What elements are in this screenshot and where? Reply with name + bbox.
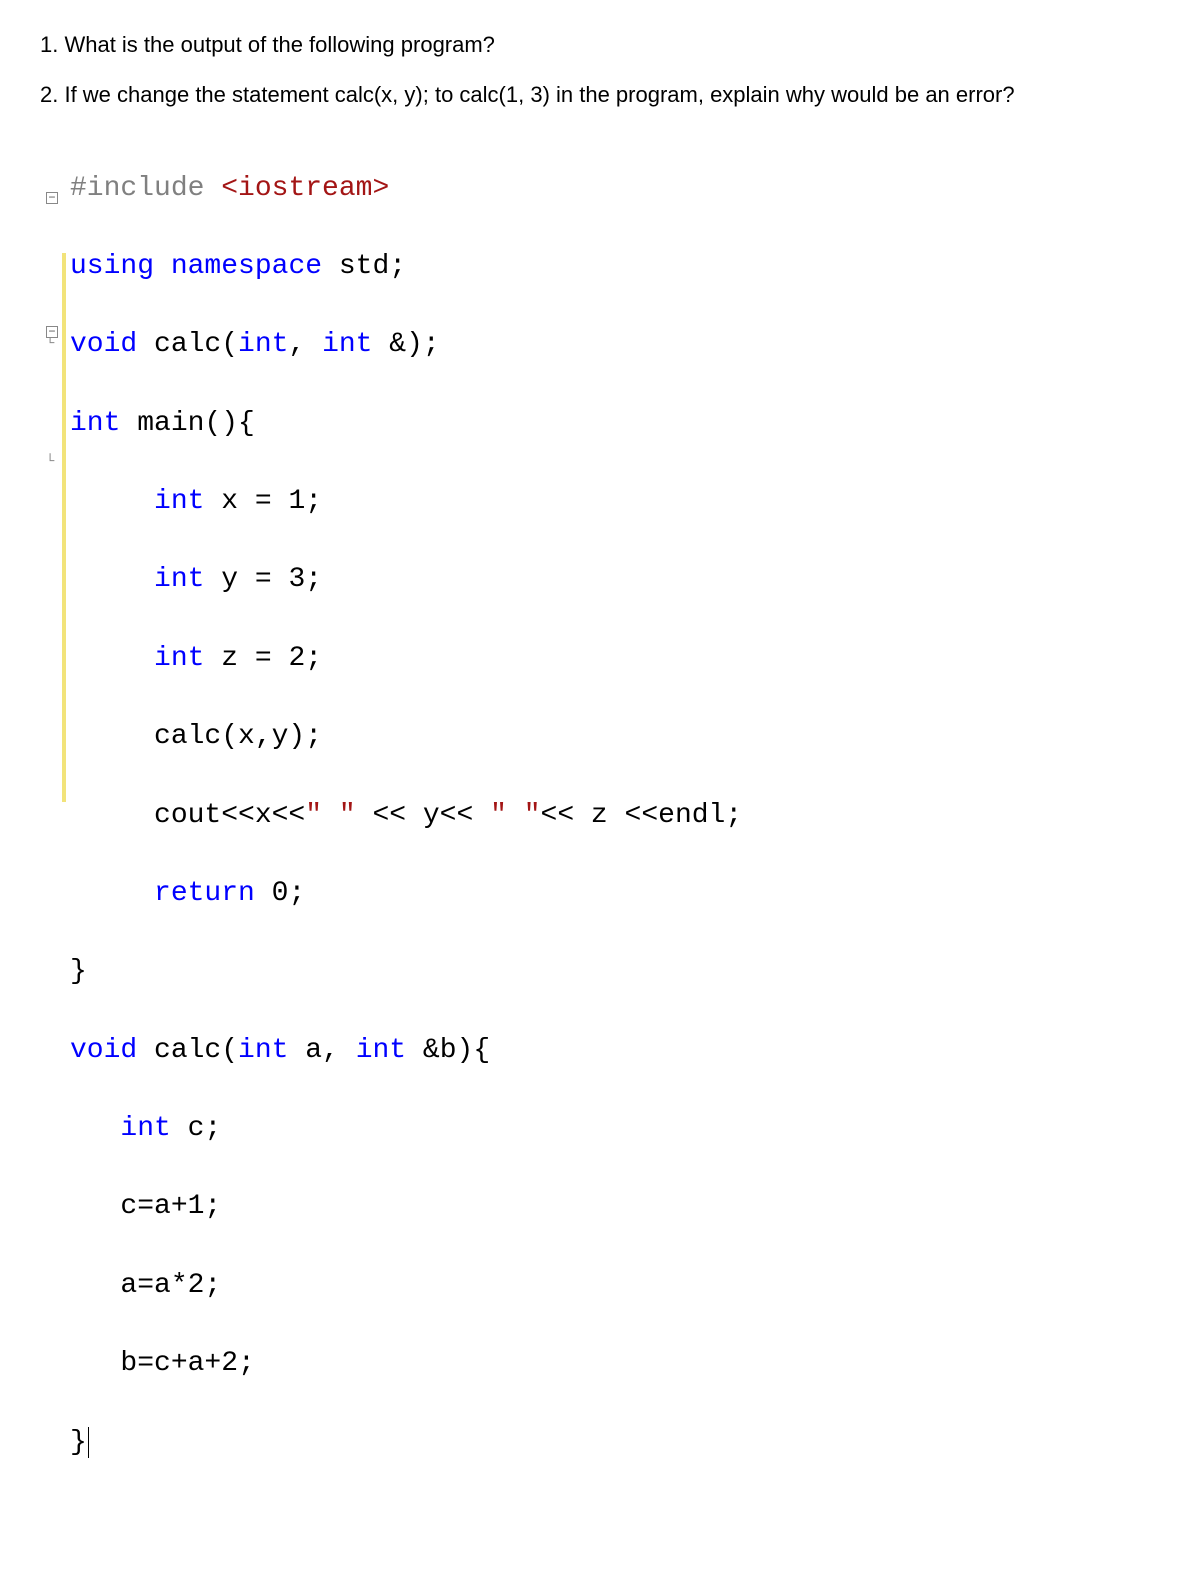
code-line: } <box>70 1423 1160 1462</box>
code-line: void calc(int, int &); <box>70 325 1160 364</box>
fold-icon[interactable] <box>46 192 58 204</box>
text-cursor <box>88 1427 89 1458</box>
fold-icon[interactable] <box>46 326 58 338</box>
code-line: int z = 2; <box>70 639 1160 678</box>
code-line: b=c+a+2; <box>70 1344 1160 1383</box>
code-line: #include <iostream> <box>70 169 1160 208</box>
code-body: #include <iostream> using namespace std;… <box>68 129 1160 1540</box>
code-line: return 0; <box>70 874 1160 913</box>
code-line: } <box>70 952 1160 991</box>
code-line: calc(x,y); <box>70 717 1160 756</box>
code-line: int y = 3; <box>70 560 1160 599</box>
code-line: cout<<x<<" " << y<< " "<< z <<endl; <box>70 796 1160 835</box>
change-bar <box>62 253 66 567</box>
code-editor: └ └ #include <iostream> using namespace … <box>40 129 1160 1540</box>
code-line: a=a*2; <box>70 1266 1160 1305</box>
question-2: 2. If we change the statement calc(x, y)… <box>40 80 1160 110</box>
code-line: c=a+1; <box>70 1187 1160 1226</box>
fold-end-icon: └ <box>46 453 58 465</box>
code-line: using namespace std; <box>70 247 1160 286</box>
code-line: int main(){ <box>70 404 1160 443</box>
code-line: void calc(int a, int &b){ <box>70 1031 1160 1070</box>
change-bar <box>62 567 66 802</box>
gutter: └ └ <box>40 129 68 1540</box>
code-line: int c; <box>70 1109 1160 1148</box>
question-1: 1. What is the output of the following p… <box>40 30 1160 60</box>
code-line: int x = 1; <box>70 482 1160 521</box>
